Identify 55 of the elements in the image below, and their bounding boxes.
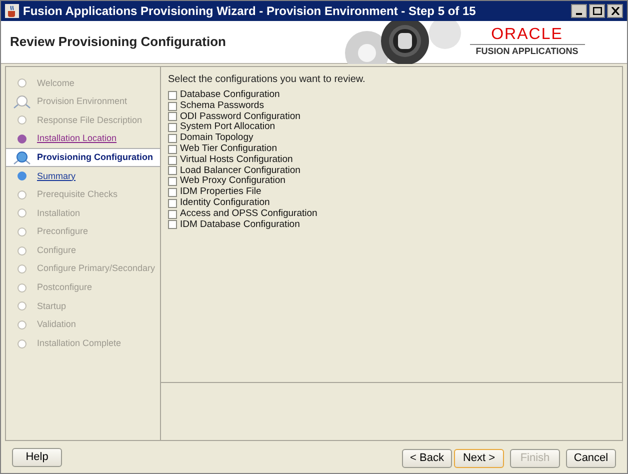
checkbox[interactable]: [168, 144, 177, 154]
minimize-button[interactable]: [571, 4, 587, 18]
checkbox-label: Database Configuration: [180, 90, 280, 101]
checkbox[interactable]: [168, 220, 177, 230]
logo-subtitle: FUSION APPLICATIONS: [476, 45, 578, 58]
checkbox-label: IDM Properties File: [180, 187, 262, 198]
checkbox[interactable]: [168, 134, 177, 144]
checkbox[interactable]: [168, 177, 177, 186]
checkbox-label: IDM Database Configuration: [180, 220, 300, 230]
window-title: Fusion Applications Provisioning Wizard - Provision Environment - Step 5 of 15: [23, 3, 476, 20]
step-label: Installation Complete: [37, 336, 122, 350]
step-label: Postconfigure: [37, 281, 92, 294]
wizard-button[interactable]: Next >: [454, 448, 504, 468]
wizard-button[interactable]: < Back: [402, 448, 452, 468]
coffee-cup-icon: [5, 4, 19, 18]
step-label: Startup: [37, 300, 66, 313]
checkbox-label: Web Tier Configuration: [180, 144, 277, 155]
checkbox-label: Identity Configuration: [180, 198, 270, 209]
checkbox[interactable]: [168, 166, 177, 176]
checkbox[interactable]: [168, 102, 177, 111]
checkbox-label: Virtual Hosts Configuration: [180, 154, 293, 166]
checkbox[interactable]: [168, 198, 177, 208]
step-label: Provision Environment: [37, 95, 128, 108]
checkbox-label: Domain Topology: [180, 133, 254, 144]
step-label[interactable]: Summary: [37, 170, 76, 184]
wizard-button[interactable]: Cancel: [566, 448, 616, 468]
close-icon: [610, 7, 620, 15]
checkbox[interactable]: [168, 156, 177, 165]
step-label[interactable]: Installation Location: [37, 132, 117, 146]
checkbox[interactable]: [168, 188, 177, 198]
checkbox-label: Access and OPSS Configuration: [180, 208, 318, 220]
checkbox[interactable]: [168, 112, 177, 122]
page-title: Review Provisioning Configuration: [10, 33, 226, 52]
checkbox[interactable]: [168, 210, 177, 219]
checkbox[interactable]: [168, 123, 177, 132]
step-label: Configure Primary/Secondary: [37, 262, 156, 276]
step-label: Installation: [37, 206, 80, 220]
logo-text: ORACLE: [491, 26, 563, 44]
checkbox-label: ODI Password Configuration: [180, 112, 300, 122]
checkbox-label: Load Balancer Configuration: [180, 166, 300, 176]
checkbox-label: Web Proxy Configuration: [180, 176, 286, 187]
maximize-button[interactable]: [589, 4, 605, 18]
checkbox-label: Schema Passwords: [180, 100, 264, 112]
step-label: Prerequisite Checks: [37, 188, 118, 202]
maximize-icon: [592, 7, 602, 15]
step-label: Configure: [37, 244, 76, 257]
instruction-text: Select the configurations you want to review.: [168, 73, 366, 87]
checkbox[interactable]: [168, 90, 177, 100]
step-label: Preconfigure: [37, 225, 88, 238]
close-button[interactable]: [607, 4, 623, 18]
step-label: Welcome: [37, 76, 74, 90]
checkbox-label: System Port Allocation: [180, 122, 276, 133]
step-label: Validation: [37, 318, 76, 332]
step-label: Response File Description: [37, 114, 142, 127]
wizard-button[interactable]: Help: [12, 448, 62, 466]
